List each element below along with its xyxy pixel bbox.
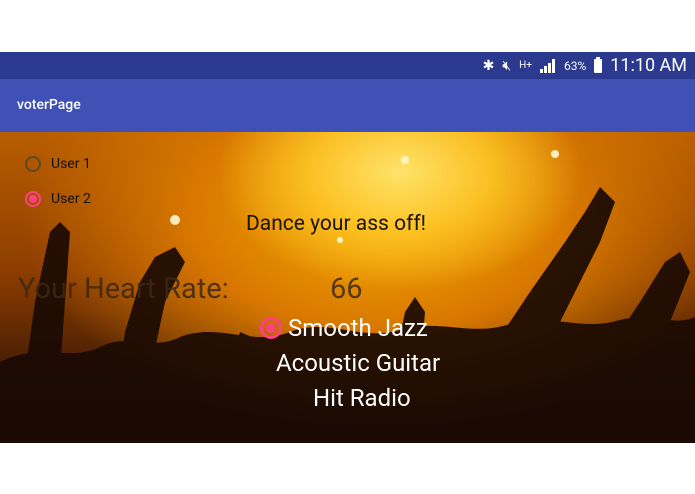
status-icons: ✱ 🔇︎ H+ 63% 11:10 AM [483, 52, 687, 79]
battery-icon [594, 56, 603, 73]
bluetooth-icon: ✱ [482, 57, 495, 74]
user-2-label: User 2 [51, 191, 91, 207]
clock: 11:10 AM [610, 55, 687, 76]
user-1-radio[interactable]: User 1 [25, 156, 91, 172]
app-bar: voterPage [0, 79, 695, 132]
signal-icon [539, 58, 556, 73]
status-bar: ✱ 🔇︎ H+ 63% 11:10 AM [0, 52, 695, 79]
radio-unchecked-icon[interactable] [25, 156, 41, 172]
heart-rate-label: Your Heart Rate: [18, 272, 229, 306]
station-label: Smooth Jazz [288, 314, 428, 342]
station-hit-radio-option[interactable]: Hit Radio [313, 384, 411, 412]
tagline-text: Dance your ass off! [246, 212, 427, 236]
mute-icon: 🔇︎ [502, 57, 512, 74]
station-smooth-jazz-radio[interactable]: Smooth Jazz [260, 314, 428, 342]
data-icon: H+ [519, 60, 532, 71]
user-2-radio[interactable]: User 2 [25, 191, 91, 207]
station-acoustic-guitar-option[interactable]: Acoustic Guitar [276, 349, 440, 377]
concert-background: User 1 User 2 Dance your ass off! Your H… [0, 132, 695, 443]
battery-percent: 63% [563, 58, 587, 73]
radio-checked-icon[interactable] [260, 317, 282, 339]
heart-rate-value: 66 [330, 272, 363, 306]
radio-checked-icon[interactable] [25, 191, 41, 207]
station-label: Acoustic Guitar [276, 349, 441, 377]
app-title: voterPage [17, 97, 81, 113]
station-label: Hit Radio [313, 384, 411, 412]
user-1-label: User 1 [51, 156, 91, 172]
